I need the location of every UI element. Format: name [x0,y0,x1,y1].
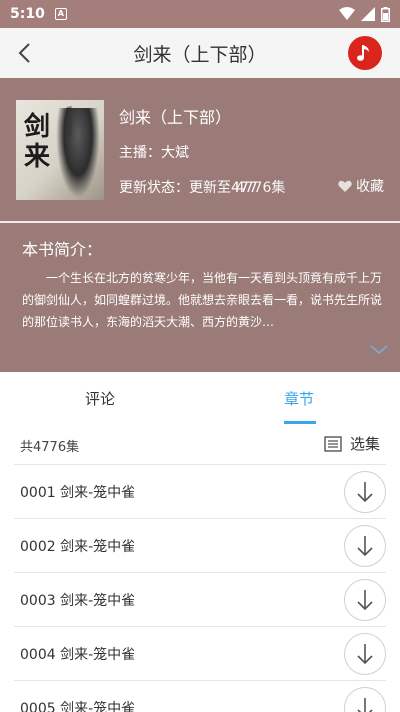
battery-icon [381,6,390,22]
episode-title: 0001 剑来-笼中雀 [20,485,136,501]
notification-icon: A [54,8,67,20]
list-item[interactable]: 0003 剑来-笼中雀 [14,572,386,626]
select-label: 选集 [349,435,380,453]
status-time: 5:10 [10,6,45,22]
download-arrow-icon [357,590,373,611]
list-item[interactable]: 0005 剑来-笼中雀 [14,680,386,712]
list-item[interactable]: 0001 剑来-笼中雀 [14,464,386,518]
download-button[interactable] [344,525,386,567]
header-divider [0,221,400,223]
cover-title: 剑来 [24,112,51,172]
download-arrow-icon [357,698,373,712]
back-button[interactable] [10,38,38,68]
select-episodes-button[interactable]: 选集 [324,433,380,454]
download-button[interactable] [344,687,386,712]
download-button[interactable] [344,471,386,513]
episode-title: 0002 剑来-笼中雀 [20,539,136,555]
tab-chapters[interactable]: 章节 [284,388,314,409]
page-title: 剑来（上下部） [133,43,267,66]
music-button[interactable] [348,36,382,70]
download-arrow-icon [357,536,373,557]
download-button[interactable] [344,579,386,621]
episode-title: 0004 剑来-笼中雀 [20,647,136,663]
update-status-overlay: 4776集 [235,180,286,196]
wifi-icon [339,7,355,20]
episode-title: 0003 剑来-笼中雀 [20,593,136,609]
list-item[interactable]: 0002 剑来-笼中雀 [14,518,386,572]
update-status: 更新状态：更新至4774776集 [119,177,285,197]
book-cover[interactable]: 剑来 烽火戏诸侯 [16,100,104,200]
cover-figure [56,108,100,198]
list-item[interactable]: 0004 剑来-笼中雀 [14,626,386,680]
intro-text: 一个生长在北方的贫寒少年，当他有一天看到头顶竟有成千上万的御剑仙人，如同蝗群过境… [22,271,382,329]
list-icon [324,435,342,452]
list-header: 共4776集 选集 [0,424,400,464]
download-arrow-icon [357,644,373,665]
tab-bar: 评论 章节 [0,372,400,424]
download-button[interactable] [344,633,386,675]
download-arrow-icon [357,482,373,503]
episode-title: 0005 剑来-笼中雀 [20,701,136,712]
chevron-down-icon [370,345,388,355]
book-anchor: 主播：大斌 [119,145,189,161]
expand-button[interactable] [370,340,388,359]
signal-icon [361,7,375,21]
heart-icon [338,180,352,192]
music-note-icon [357,45,369,61]
episode-count: 共4776集 [20,440,80,455]
book-title: 剑来（上下部） [119,108,232,127]
status-bar: 5:10 A [0,0,400,28]
chevron-left-icon [18,43,30,63]
tab-comments[interactable]: 评论 [85,388,115,409]
favorite-button[interactable]: 收藏 [338,176,384,196]
book-header: 剑来 烽火戏诸侯 剑来（上下部） 主播：大斌 更新状态：更新至4774776集 … [0,78,400,372]
intro-label: 本书简介： [22,240,103,259]
cover-side-text: 烽火戏诸侯 [65,106,72,136]
favorite-label: 收藏 [356,179,384,195]
app-bar: 剑来（上下部） [0,28,400,78]
